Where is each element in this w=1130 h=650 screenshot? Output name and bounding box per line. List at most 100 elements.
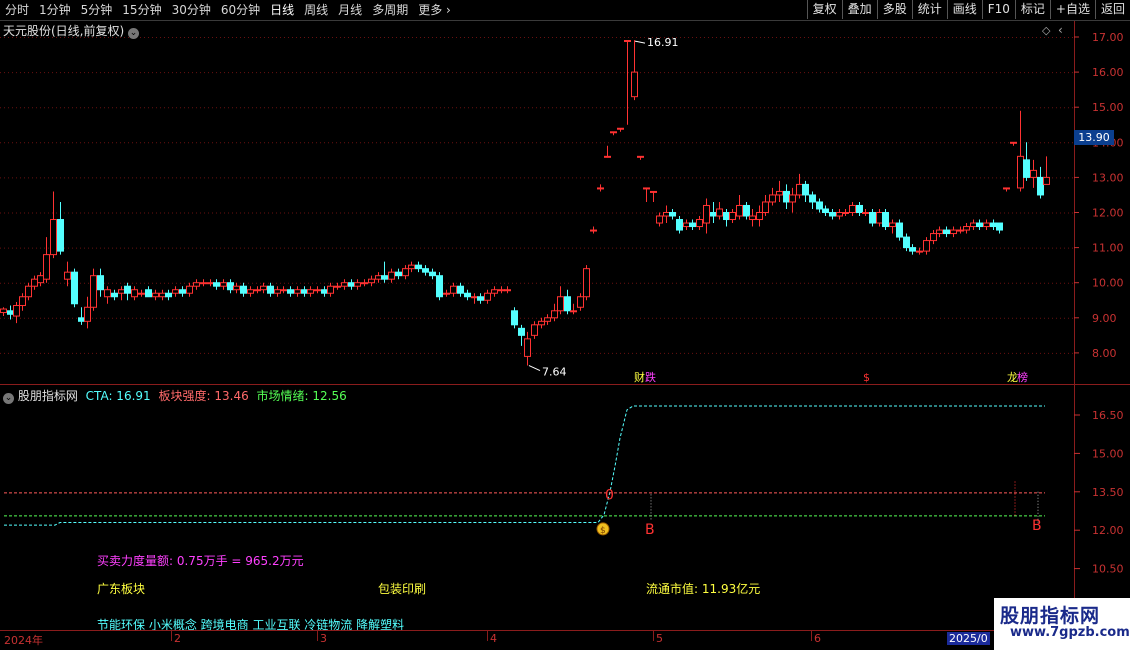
date-axis: 2024年 2 3 4 5 6 2025/0	[0, 630, 1075, 647]
candle-body	[570, 310, 577, 313]
tab-monthly[interactable]: 月线	[333, 0, 367, 20]
candle-body	[1043, 176, 1050, 185]
candle-body	[327, 285, 334, 294]
current-price-tag: 13.90	[1074, 130, 1114, 145]
candle-body	[590, 229, 597, 232]
candle-body	[849, 204, 856, 213]
tab-daily[interactable]: 日线	[265, 0, 299, 20]
candle-body	[361, 282, 368, 285]
candle-body	[756, 212, 763, 221]
candle-body	[723, 212, 730, 221]
candle-body	[233, 285, 240, 291]
candle-body	[471, 296, 478, 299]
event-marker: 跌	[645, 370, 656, 384]
candle-body	[710, 212, 717, 217]
candle-body	[583, 268, 590, 298]
tab-fenshi[interactable]: 分时	[0, 0, 34, 20]
toolbar-buttons: 复权 叠加 多股 统计 画线 F10 标记 +自选 返回	[806, 0, 1130, 20]
candle-body	[19, 296, 26, 307]
tab-more[interactable]: 更多 ›	[413, 0, 456, 20]
candle-body	[597, 187, 604, 190]
candle-body	[1030, 169, 1037, 178]
high-price-label: 16.91	[647, 36, 679, 49]
multi-stock-button[interactable]: 多股	[876, 0, 912, 19]
stock-chart[interactable]: 16.917.64财跌$龙榜 17.0016.0015.0014.0013.00…	[0, 21, 1130, 631]
tab-more-label: 更多	[418, 3, 443, 17]
statistics-button[interactable]: 统计	[911, 0, 947, 19]
y-axis-label: 16.50	[1092, 409, 1124, 422]
indicator-axis: 16.50 15.00 13.50 12.00 10.50	[1092, 409, 1124, 576]
chevron-right-icon: ›	[442, 3, 451, 17]
restore-rights-button[interactable]: 复权	[806, 0, 842, 19]
tab-multi-period[interactable]: 多周期	[367, 0, 413, 20]
candle-body	[457, 285, 464, 294]
high-pointer	[634, 40, 646, 44]
candle-body	[518, 327, 525, 336]
candle-body	[869, 212, 876, 224]
candle-body	[1017, 155, 1024, 189]
candle-body	[260, 285, 267, 291]
candle-body	[124, 285, 131, 294]
indicator-title[interactable]: ⌄ 股朋指标网 CTA: 16.91 板块强度: 13.46 市场情绪: 12.…	[3, 387, 347, 404]
y-axis-label: 13.50	[1092, 486, 1124, 499]
candle-body	[104, 289, 111, 298]
stock-title[interactable]: 天元股份(日线,前复权) ⌄	[3, 22, 140, 39]
tab-60min[interactable]: 60分钟	[216, 0, 265, 20]
candle-body	[663, 212, 670, 217]
date-label: 6	[814, 632, 821, 645]
mark-button[interactable]: 标记	[1014, 0, 1050, 19]
date-label: 4	[490, 632, 497, 645]
chevron-down-icon[interactable]: ⌄	[128, 28, 140, 39]
date-tick	[171, 631, 172, 641]
y-axis-label: 8.00	[1092, 347, 1117, 360]
candle-body	[511, 310, 518, 326]
candle-body	[836, 212, 843, 217]
candle-body	[395, 271, 402, 277]
candle-body	[186, 285, 193, 294]
candle-body	[334, 285, 341, 288]
candle-body	[37, 275, 44, 284]
chevron-left-icon[interactable]: ‹	[1058, 23, 1063, 37]
tab-1min[interactable]: 1分钟	[34, 0, 76, 20]
candle-body	[809, 194, 816, 203]
overlay-button[interactable]: 叠加	[841, 0, 877, 19]
candle-body	[443, 292, 450, 295]
chevron-down-icon[interactable]: ⌄	[3, 393, 14, 404]
tab-30min[interactable]: 30分钟	[167, 0, 216, 20]
candle-body	[776, 190, 783, 196]
tab-15min[interactable]: 15分钟	[117, 0, 166, 20]
cta-line	[4, 405, 1045, 526]
cta-value: CTA: 16.91	[85, 389, 151, 403]
candle-body	[729, 212, 736, 221]
date-label: 2	[174, 632, 181, 645]
candle-body	[388, 271, 395, 280]
candle-body	[138, 292, 145, 295]
candle-body	[0, 308, 7, 314]
candle-body	[354, 282, 361, 287]
draw-line-button[interactable]: 画线	[946, 0, 982, 19]
diamond-icon[interactable]: ◇	[1042, 24, 1050, 37]
back-button[interactable]: 返回	[1094, 0, 1130, 19]
candle-body	[247, 289, 254, 294]
candle-body	[314, 289, 321, 292]
candle-body	[882, 212, 889, 228]
candle-body	[676, 219, 683, 231]
candle-body	[172, 289, 179, 294]
candle-body	[624, 40, 631, 43]
stock-title-label: 天元股份(日线,前复权)	[3, 24, 125, 38]
y-axis-label: 15.00	[1092, 447, 1124, 460]
candle-body	[145, 289, 152, 298]
y-axis-label: 17.00	[1092, 31, 1124, 44]
candle-body	[656, 215, 663, 224]
candle-body	[930, 233, 937, 242]
candle-body	[429, 271, 436, 277]
candle-body	[402, 268, 409, 277]
date-tick	[653, 631, 654, 641]
candle-body	[179, 289, 186, 294]
market-mood-value: 市场情绪: 12.56	[256, 389, 347, 403]
tab-weekly[interactable]: 周线	[299, 0, 333, 20]
tab-5min[interactable]: 5分钟	[76, 0, 118, 20]
f10-button[interactable]: F10	[981, 0, 1015, 19]
add-watchlist-button[interactable]: +自选	[1049, 0, 1095, 19]
candle-body	[240, 285, 247, 294]
